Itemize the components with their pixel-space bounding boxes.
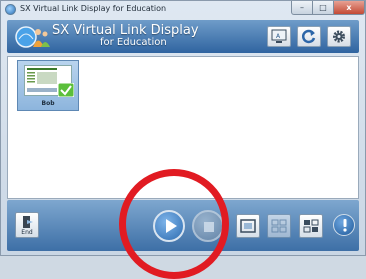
minimize-button[interactable]: –	[291, 1, 313, 15]
settings-button[interactable]	[327, 26, 351, 47]
app-name: SX Virtual Link Display	[52, 23, 199, 38]
checkmark-icon	[58, 83, 74, 97]
device-name: Bob	[41, 100, 55, 107]
app-window: SX Virtual Link Display for Education – …	[0, 0, 366, 279]
info-button[interactable]	[333, 214, 355, 236]
title-bar: SX Virtual Link Display for Education – …	[1, 1, 365, 19]
fullscreen-icon	[240, 219, 256, 233]
window-app-icon	[5, 4, 16, 15]
refresh-button[interactable]	[297, 26, 321, 47]
window-title: SX Virtual Link Display for Education	[20, 4, 167, 13]
display-icon: A	[271, 29, 287, 43]
grid-view-button[interactable]	[267, 214, 291, 238]
end-icon	[23, 216, 33, 228]
display-button[interactable]: A	[267, 26, 291, 47]
close-button[interactable]: x	[333, 1, 365, 15]
layout-button[interactable]	[299, 214, 323, 238]
end-button[interactable]: End	[15, 212, 39, 238]
app-logo-icon	[15, 26, 50, 48]
highlight-circle-annotation	[119, 169, 229, 279]
gear-icon	[333, 30, 345, 43]
layout-icon	[303, 219, 319, 233]
maximize-button[interactable]: □	[312, 1, 334, 15]
header-bar: SX Virtual Link Display for Education A	[7, 20, 359, 53]
grid-icon	[271, 219, 287, 233]
device-tile-bob[interactable]: Bob	[17, 60, 79, 111]
end-label: End	[21, 229, 33, 236]
refresh-icon	[301, 29, 316, 44]
app-subtitle: for Education	[100, 37, 167, 48]
fullscreen-button[interactable]	[236, 214, 260, 238]
info-icon	[343, 219, 347, 232]
